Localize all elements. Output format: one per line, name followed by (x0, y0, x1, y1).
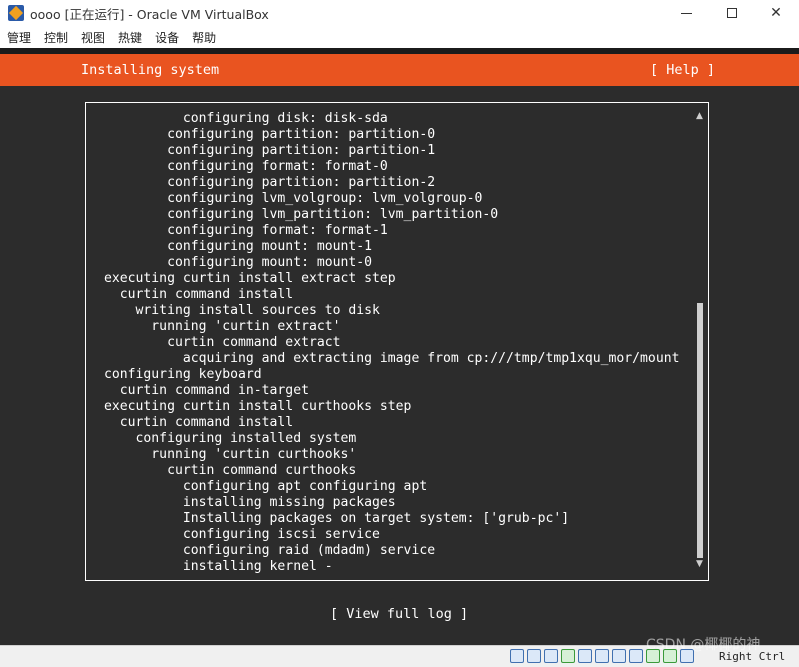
log-line: configuring keyboard (104, 367, 262, 382)
display-icon[interactable] (612, 649, 626, 663)
log-line: configuring mount: mount-1 (104, 239, 373, 254)
log-line: configuring apt configuring apt (104, 479, 428, 494)
log-line: configuring installed system (104, 431, 357, 446)
install-log: configuring disk: disk-sda configuring p… (104, 111, 679, 575)
menu-control[interactable]: 控制 (37, 29, 74, 46)
hard-disk-icon[interactable] (510, 649, 524, 663)
log-line: installing kernel - (104, 559, 333, 574)
log-line: running 'curtin curthooks' (104, 447, 357, 462)
log-line: curtin command curthooks (104, 463, 357, 478)
menu-help[interactable]: 帮助 (185, 29, 222, 46)
window-title: oooo [正在运行] - Oracle VM VirtualBox (30, 6, 269, 22)
scroll-down-arrow-icon[interactable]: ▼ (696, 559, 703, 569)
log-line: configuring iscsi service (104, 527, 380, 542)
log-line: configuring disk: disk-sda (104, 111, 388, 126)
maximize-icon (727, 8, 737, 18)
log-line: executing curtin install curthooks step (104, 399, 412, 414)
scroll-up-arrow-icon[interactable]: ▲ (696, 111, 703, 121)
log-line: configuring raid (mdadm) service (104, 543, 436, 558)
log-line: configuring mount: mount-0 (104, 255, 373, 270)
log-line: acquiring and extracting image from cp:/… (104, 351, 680, 366)
view-full-log-button[interactable]: [ View full log ] (330, 606, 468, 622)
menu-manage[interactable]: 管理 (0, 29, 37, 46)
install-log-box[interactable]: configuring disk: disk-sda configuring p… (85, 102, 709, 581)
menu-hotkeys[interactable]: 热键 (111, 29, 148, 46)
vm-screen[interactable]: Installing system [ Help ] configuring d… (0, 48, 799, 645)
maximize-button[interactable] (709, 0, 755, 26)
log-line: curtin command extract (104, 335, 341, 350)
recording-icon[interactable] (629, 649, 643, 663)
close-button[interactable]: ✕ (753, 0, 799, 26)
log-line: configuring lvm_volgroup: lvm_volgroup-0 (104, 191, 483, 206)
watermark: CSDN @椰椰的神 (646, 637, 761, 653)
scrollbar-thumb[interactable] (697, 303, 703, 558)
shared-folder-icon[interactable] (595, 649, 609, 663)
log-line: configuring format: format-0 (104, 159, 388, 174)
network-icon[interactable] (561, 649, 575, 663)
minimize-icon (680, 12, 692, 14)
installer-title: Installing system (81, 62, 220, 78)
menu-devices[interactable]: 设备 (148, 29, 185, 46)
log-line: configuring lvm_partition: lvm_partition… (104, 207, 499, 222)
audio-icon[interactable] (544, 649, 558, 663)
log-line: configuring partition: partition-2 (104, 175, 436, 190)
window-titlebar[interactable]: oooo [正在运行] - Oracle VM VirtualBox ✕ (0, 0, 799, 26)
log-line: installing missing packages (104, 495, 396, 510)
log-line: writing install sources to disk (104, 303, 380, 318)
virtualbox-app-icon (8, 5, 24, 21)
log-line: executing curtin install extract step (104, 271, 396, 286)
log-line: configuring format: format-1 (104, 223, 388, 238)
minimize-button[interactable] (663, 0, 709, 26)
log-line: configuring partition: partition-0 (104, 127, 436, 142)
optical-drive-icon[interactable] (527, 649, 541, 663)
log-line: running 'curtin extract' (104, 319, 341, 334)
close-icon: ✕ (770, 5, 782, 21)
usb-icon[interactable] (578, 649, 592, 663)
log-line: curtin command install (104, 415, 294, 430)
menu-view[interactable]: 视图 (74, 29, 111, 46)
log-line: configuring partition: partition-1 (104, 143, 436, 158)
menu-bar: 管理 控制 视图 热键 设备 帮助 (0, 26, 799, 48)
log-line: curtin command install (104, 287, 294, 302)
log-line: Installing packages on target system: ['… (104, 511, 570, 526)
help-button[interactable]: [ Help ] (650, 62, 715, 78)
log-line: curtin command in-target (104, 383, 309, 398)
installer-header: Installing system [ Help ] (0, 54, 799, 86)
